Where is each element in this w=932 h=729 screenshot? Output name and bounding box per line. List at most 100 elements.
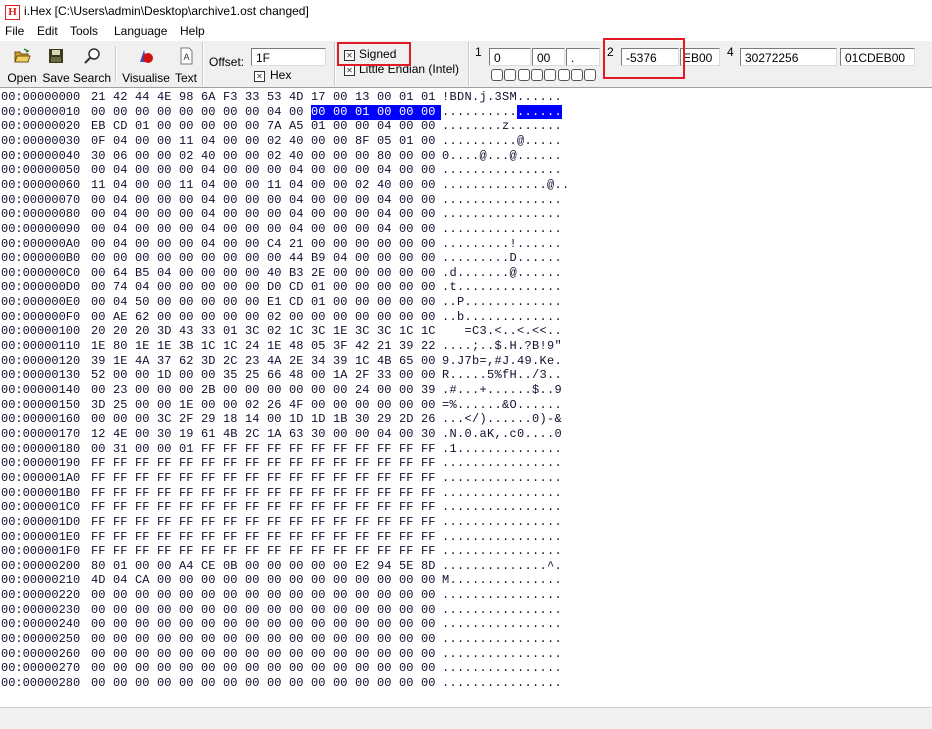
hex-byte[interactable]: 4A — [267, 354, 287, 369]
hex-byte[interactable]: FF — [91, 530, 111, 545]
hex-byte[interactable]: 29 — [377, 412, 397, 427]
hex-byte[interactable]: 00 — [91, 222, 111, 237]
hex-byte[interactable]: 00 — [421, 295, 441, 310]
hex-byte[interactable]: 00 — [399, 383, 419, 398]
hex-byte[interactable]: 01 — [113, 559, 133, 574]
hex-byte[interactable]: 00 — [399, 280, 419, 295]
hex-byte[interactable]: 7A — [267, 119, 287, 134]
ascii-column[interactable]: 9.J7b=,#J.49.Ke. — [442, 354, 562, 369]
byte-hex-field[interactable]: 00 — [532, 48, 565, 66]
hex-byte[interactable]: 37 — [157, 354, 177, 369]
hex-byte[interactable]: 00 — [355, 573, 375, 588]
hex-byte[interactable]: 01 — [223, 324, 243, 339]
hex-byte[interactable]: FF — [91, 486, 111, 501]
hex-byte[interactable]: FF — [377, 486, 397, 501]
hex-row[interactable]: 00:00000060 11 04 00 00 11 04 00 00 11 04 00 00 02 40 0… — [0, 178, 932, 193]
hex-byte[interactable]: 26 — [267, 398, 287, 413]
hex-byte[interactable]: 00 — [223, 383, 243, 398]
hex-byte[interactable]: 44 — [135, 90, 155, 105]
hex-byte[interactable]: FF — [91, 471, 111, 486]
hex-row[interactable]: 00:000000E0 00 04 50 00 00 00 00 00 E1 CD 01 00 00 00 0… — [0, 295, 932, 310]
hex-byte[interactable]: 04 — [201, 222, 221, 237]
hex-byte[interactable]: FF — [311, 442, 331, 457]
hex-byte[interactable]: FF — [245, 500, 265, 515]
ascii-column[interactable]: ................ — [442, 603, 562, 618]
hex-byte[interactable]: FF — [91, 544, 111, 559]
ascii-column[interactable]: ................ — [442, 647, 562, 662]
hex-byte[interactable]: 0B — [223, 559, 243, 574]
hex-byte[interactable]: 00 — [333, 383, 353, 398]
hex-byte[interactable]: 3C — [311, 324, 331, 339]
hex-byte[interactable]: 04 — [289, 163, 309, 178]
hex-byte[interactable]: 04 — [377, 207, 397, 222]
hex-byte[interactable]: 00 — [179, 266, 199, 281]
hex-byte[interactable]: FF — [113, 515, 133, 530]
hex-byte[interactable]: 42 — [113, 90, 133, 105]
hex-byte[interactable]: 3C — [157, 412, 177, 427]
ascii-column[interactable]: ................ — [442, 193, 562, 208]
hex-byte[interactable]: 6A — [201, 90, 221, 105]
hex-byte[interactable]: 00 — [355, 119, 375, 134]
hex-byte[interactable]: 00 — [421, 676, 441, 691]
hex-byte[interactable]: 00 — [355, 603, 375, 618]
hex-byte[interactable]: B5 — [135, 266, 155, 281]
hex-byte[interactable]: FF — [311, 515, 331, 530]
signed-checkbox[interactable]: ✕ — [344, 50, 355, 61]
hex-byte[interactable]: 00 — [113, 105, 133, 120]
hex-byte[interactable]: 00 — [223, 647, 243, 662]
hex-byte[interactable]: CD — [289, 295, 309, 310]
hex-byte[interactable]: 00 — [267, 661, 287, 676]
hex-byte[interactable]: 00 — [223, 266, 243, 281]
hex-byte[interactable]: 00 — [179, 661, 199, 676]
hex-byte[interactable]: 00 — [421, 398, 441, 413]
hex-byte[interactable]: FF — [223, 515, 243, 530]
hex-row[interactable]: 00:00000090 00 04 00 00 00 04 00 00 00 04 00 00 00 04 0… — [0, 222, 932, 237]
dword-decimal-field[interactable]: 30272256 — [740, 48, 837, 66]
hex-byte[interactable]: 00 — [245, 280, 265, 295]
hex-byte[interactable]: 00 — [245, 119, 265, 134]
ascii-column[interactable]: =%......&O...... — [442, 398, 562, 413]
hex-byte[interactable]: 02 — [355, 178, 375, 193]
menu-help[interactable]: Help — [180, 24, 205, 38]
hex-byte[interactable]: 00 — [355, 237, 375, 252]
hex-byte[interactable]: FF — [157, 456, 177, 471]
hex-byte[interactable]: 00 — [311, 222, 331, 237]
hex-byte[interactable]: FF — [113, 456, 133, 471]
visualise-button[interactable]: Visualise — [121, 42, 171, 86]
hex-byte[interactable]: 00 — [333, 588, 353, 603]
bit-checkbox[interactable] — [517, 69, 530, 81]
hex-byte[interactable]: 44 — [289, 251, 309, 266]
hex-byte[interactable]: 00 — [289, 573, 309, 588]
hex-byte[interactable]: 00 — [333, 90, 353, 105]
hex-byte[interactable]: 00 — [377, 676, 397, 691]
hex-byte[interactable]: 00 — [421, 661, 441, 676]
hex-byte[interactable]: FF — [245, 471, 265, 486]
hex-byte[interactable]: 4D — [289, 90, 309, 105]
hex-byte[interactable]: 04 — [201, 237, 221, 252]
hex-byte[interactable]: 00 — [157, 647, 177, 662]
hex-byte[interactable]: FF — [267, 500, 287, 515]
hex-byte[interactable]: 00 — [245, 178, 265, 193]
hex-byte[interactable]: 00 — [267, 617, 287, 632]
hex-byte[interactable]: FF — [377, 500, 397, 515]
hex-row[interactable]: 00:00000220 00 00 00 00 00 00 00 00 00 00 00 00 00 00 0… — [0, 588, 932, 603]
hex-byte[interactable]: 00 — [223, 310, 243, 325]
hex-byte[interactable]: 00 — [311, 134, 331, 149]
hex-byte[interactable]: 00 — [267, 603, 287, 618]
hex-byte[interactable]: 62 — [179, 354, 199, 369]
hex-byte[interactable]: 01 — [311, 295, 331, 310]
hex-byte[interactable]: 04 — [289, 222, 309, 237]
hex-byte[interactable]: 00 — [399, 163, 419, 178]
hex-byte[interactable]: 00 — [135, 207, 155, 222]
hex-byte[interactable]: 40 — [267, 266, 287, 281]
hex-byte[interactable]: 29 — [201, 412, 221, 427]
hex-row[interactable]: 00:00000030 0F 04 00 00 11 04 00 00 02 40 00 00 8F 05 0… — [0, 134, 932, 149]
hex-byte[interactable]: 00 — [399, 251, 419, 266]
hex-byte[interactable]: 98 — [179, 90, 199, 105]
ascii-column[interactable]: ..P............. — [442, 295, 562, 310]
hex-byte[interactable]: 17 — [311, 90, 331, 105]
hex-byte[interactable]: 00 — [223, 149, 243, 164]
hex-byte[interactable]: 00 — [355, 310, 375, 325]
hex-byte[interactable]: E2 — [355, 559, 375, 574]
hex-byte[interactable]: 00 — [201, 661, 221, 676]
